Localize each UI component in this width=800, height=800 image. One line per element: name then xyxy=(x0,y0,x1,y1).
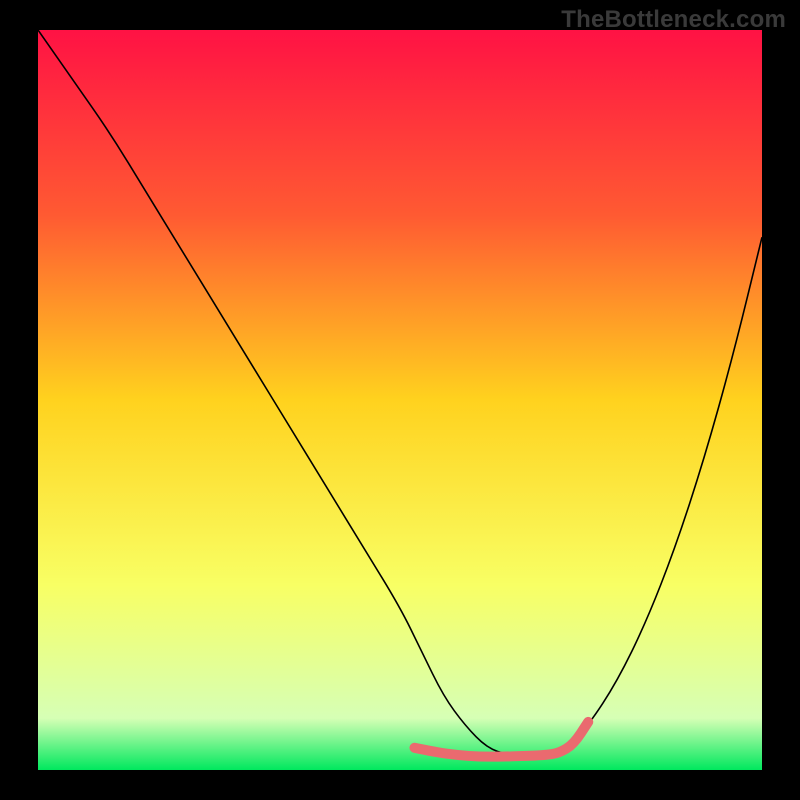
chart-frame: TheBottleneck.com xyxy=(0,0,800,800)
bottleneck-chart xyxy=(38,30,762,770)
watermark-text: TheBottleneck.com xyxy=(561,6,786,34)
gradient-background xyxy=(38,30,762,770)
